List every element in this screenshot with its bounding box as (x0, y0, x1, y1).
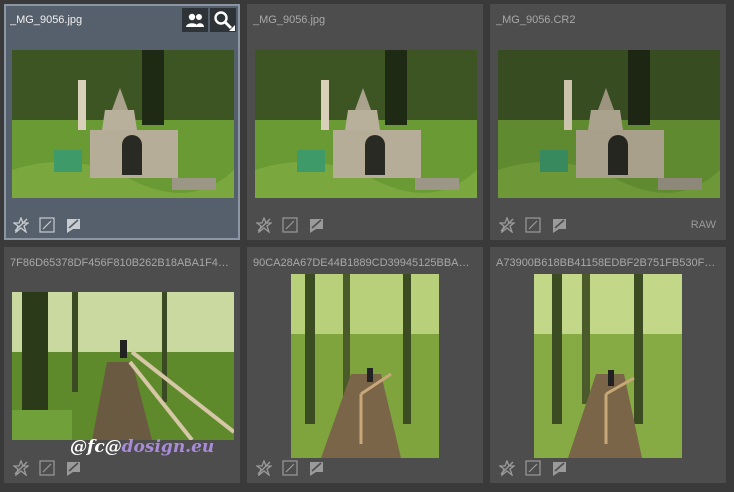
thumbnail-toolbar (12, 459, 82, 477)
thumbnail-toolbar (255, 459, 325, 477)
thumbnail-cell[interactable]: _MG_9056.jpg (4, 4, 240, 240)
people-icon (186, 13, 204, 27)
thumbnail-image[interactable] (12, 292, 234, 440)
thumbnail-toolbar (12, 216, 82, 234)
stairs-photo (291, 274, 439, 458)
flag-icon (67, 462, 80, 476)
flag-button[interactable] (64, 459, 82, 477)
reject-flag-button[interactable] (12, 459, 30, 477)
label-box-icon (525, 460, 541, 476)
thumbnail-cell[interactable]: _MG_9056.CR2 RAW (490, 4, 726, 240)
flag-icon (310, 462, 323, 476)
thumbnail-cell[interactable]: A73900B618BB41158EDBF2B751FB530F… (490, 247, 726, 483)
fountain-photo (255, 50, 477, 198)
thumbnail-filename: A73900B618BB41158EDBF2B751FB530F… (496, 257, 716, 269)
fountain-photo (498, 50, 720, 198)
thumbnail-hover-buttons (182, 8, 236, 32)
flag-icon (310, 219, 323, 233)
flag-icon (553, 219, 566, 233)
label-box-icon (282, 217, 298, 233)
thumbnail-cell[interactable]: 90CA28A67DE44B1889CD39945125BBA… (247, 247, 483, 483)
watermark-part: @ (70, 437, 87, 457)
watermark-text: @fc@dosign.eu (70, 437, 214, 457)
color-label-button[interactable] (281, 459, 299, 477)
thumbnail-image[interactable] (12, 50, 234, 198)
watermark-domain: dosign.eu (121, 437, 215, 457)
flag-button[interactable] (307, 216, 325, 234)
thumbnail-toolbar (498, 459, 568, 477)
color-label-button[interactable] (38, 459, 56, 477)
search-button[interactable] (210, 8, 236, 32)
thumbnail-image[interactable] (534, 274, 682, 458)
reject-flag-button[interactable] (255, 216, 273, 234)
color-label-button[interactable] (524, 216, 542, 234)
flag-icon (67, 219, 80, 233)
label-box-icon (282, 460, 298, 476)
thumbnail-filename: _MG_9056.CR2 (496, 14, 576, 26)
color-label-button[interactable] (524, 459, 542, 477)
watermark-part: @ (104, 437, 122, 457)
raw-badge: RAW (690, 219, 716, 231)
reject-flag-button[interactable] (498, 459, 516, 477)
thumbnail-cell[interactable]: 7F86D65378DF456F810B262B18ABA1F4… @fc@do… (4, 247, 240, 483)
flag-button[interactable] (307, 459, 325, 477)
label-box-icon (39, 217, 55, 233)
thumbnail-filename: 90CA28A67DE44B1889CD39945125BBA… (253, 257, 470, 269)
stairs-photo (12, 292, 234, 440)
thumbnail-image[interactable] (498, 50, 720, 198)
corner-dropdown-icon (229, 25, 235, 31)
reject-icon (256, 217, 272, 233)
flag-button[interactable] (550, 216, 568, 234)
label-box-icon (39, 460, 55, 476)
flag-button[interactable] (64, 216, 82, 234)
thumbnail-toolbar (255, 216, 325, 234)
thumbnail-grid: _MG_9056.jpg _MG_9056.jpg _MG_9056.CR2 R… (0, 0, 734, 492)
reject-icon (256, 460, 272, 476)
thumbnail-image[interactable] (255, 50, 477, 198)
label-box-icon (525, 217, 541, 233)
thumbnail-toolbar (498, 216, 568, 234)
thumbnail-filename: _MG_9056.jpg (253, 14, 326, 26)
fountain-photo (12, 50, 234, 198)
reject-icon (499, 460, 515, 476)
reject-flag-button[interactable] (12, 216, 30, 234)
stairs-photo (534, 274, 682, 458)
thumbnail-filename: 7F86D65378DF456F810B262B18ABA1F4… (10, 257, 229, 269)
reject-icon (499, 217, 515, 233)
reject-icon (13, 217, 29, 233)
flag-icon (553, 462, 566, 476)
color-label-button[interactable] (38, 216, 56, 234)
flag-button[interactable] (550, 459, 568, 477)
color-label-button[interactable] (281, 216, 299, 234)
thumbnail-cell[interactable]: _MG_9056.jpg (247, 4, 483, 240)
people-button[interactable] (182, 8, 208, 32)
reject-flag-button[interactable] (498, 216, 516, 234)
watermark-part: fc (87, 437, 105, 457)
thumbnail-image[interactable] (291, 274, 439, 458)
reject-icon (13, 460, 29, 476)
reject-flag-button[interactable] (255, 459, 273, 477)
